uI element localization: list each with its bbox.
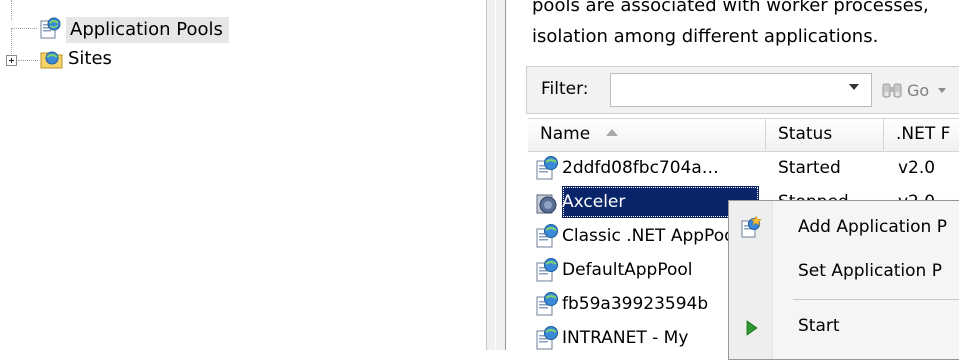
description-text: pools are associated with worker process… <box>532 0 929 16</box>
add-app-pool-icon <box>741 215 762 238</box>
app-pool-stopped-icon <box>536 194 557 214</box>
chevron-down-icon[interactable] <box>938 87 947 93</box>
menu-item-set-application-pool-defaults[interactable]: Set Application P <box>729 249 959 297</box>
pool-name: 2ddfd08fbc704a… <box>562 158 719 178</box>
menu-separator <box>793 299 959 300</box>
sites-folder-icon <box>40 51 63 69</box>
app-pool-started-icon <box>536 326 558 350</box>
connections-tree: Application Pools Sites <box>0 0 486 350</box>
column-header-label: .NET F <box>896 124 951 144</box>
table-row[interactable]: 2ddfd08fbc704a… Started v2.0 <box>528 152 959 184</box>
column-header-label: Status <box>778 124 833 144</box>
binoculars-icon <box>882 83 902 98</box>
filter-toolbar: Filter: Go <box>526 66 959 114</box>
tree-connector <box>11 0 12 20</box>
pane-splitter[interactable] <box>486 0 506 350</box>
menu-item-label: Start <box>798 316 840 336</box>
column-header-net-framework[interactable]: .NET F <box>884 119 959 150</box>
column-header-label: Name <box>540 124 591 144</box>
tree-item-label: Sites <box>68 48 112 69</box>
go-label: Go <box>907 80 930 100</box>
tree-connector <box>18 60 38 61</box>
menu-item-add-application-pool[interactable]: Add Application P <box>729 203 959 251</box>
chevron-down-icon[interactable] <box>849 84 859 90</box>
go-button[interactable]: Go <box>881 75 947 105</box>
sort-ascending-icon <box>606 128 619 136</box>
menu-item-start[interactable]: Start <box>729 304 959 352</box>
tree-connector <box>11 28 37 29</box>
app-pool-started-icon <box>536 292 558 316</box>
app-pool-started-icon <box>536 156 558 180</box>
app-pool-started-icon <box>536 224 558 248</box>
application-pool-icon <box>40 17 61 39</box>
context-menu: Add Application P Set Application P Star… <box>728 200 959 360</box>
grid-header: Name Status .NET F <box>528 118 959 152</box>
tree-item-label: Application Pools <box>66 17 229 43</box>
description-text: isolation among different applications. <box>532 26 879 47</box>
filter-label: Filter: <box>541 79 589 99</box>
column-header-status[interactable]: Status <box>766 119 884 150</box>
app-pool-started-icon <box>536 258 558 282</box>
pool-net-version: v2.0 <box>898 158 936 178</box>
menu-item-label: Add Application P <box>798 217 947 237</box>
start-play-icon <box>746 320 758 336</box>
tree-expander-sites[interactable] <box>6 55 17 66</box>
column-header-name[interactable]: Name <box>528 119 766 150</box>
menu-item-label: Set Application P <box>798 261 942 281</box>
pool-status: Started <box>778 158 841 178</box>
tree-connector <box>11 28 12 54</box>
filter-input[interactable] <box>610 73 872 107</box>
